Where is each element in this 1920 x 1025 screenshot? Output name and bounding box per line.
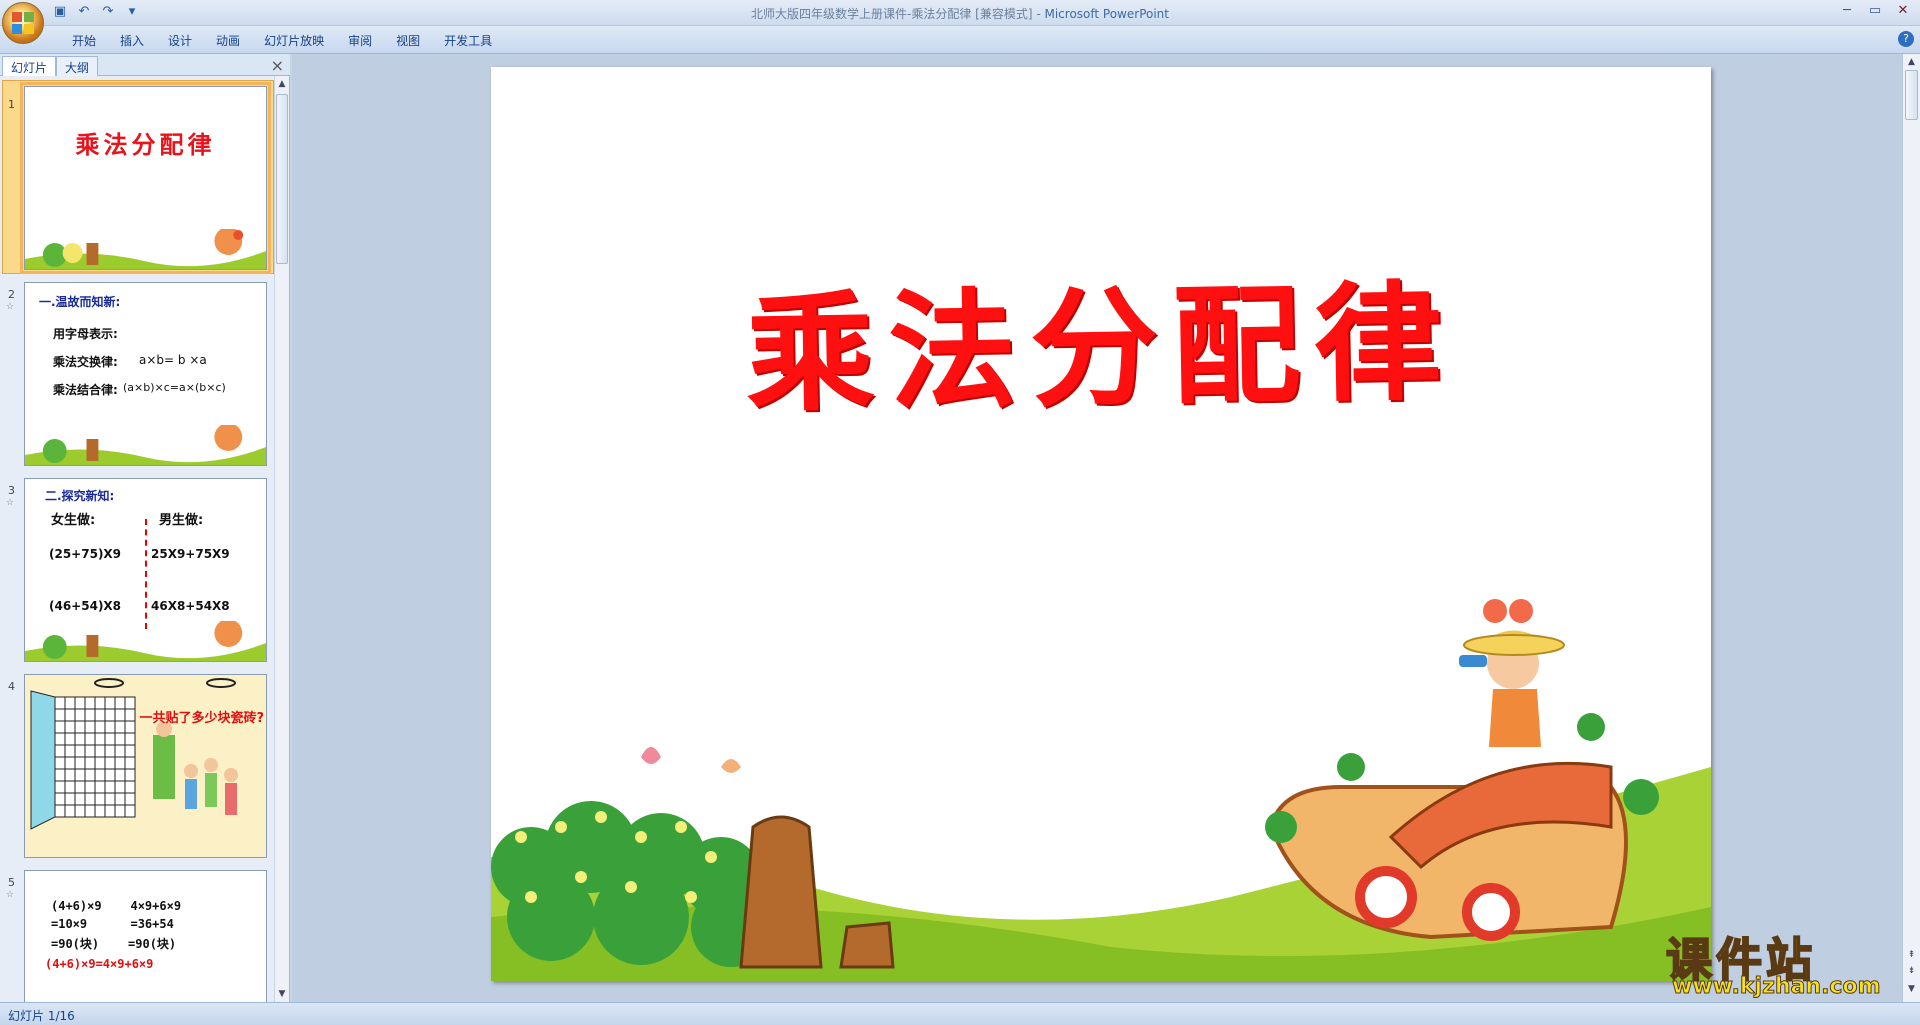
pane-scrollbar[interactable]: ▲ ▼ [274,76,289,1002]
thumb-heading: 一.温故而知新: [39,295,121,309]
thumb-landscape [25,229,266,269]
tab-review[interactable]: 审阅 [336,30,384,50]
slide-thumbnail-2[interactable]: 一.温故而知新: 用字母表示: 乘法交换律: a×b= b ×a 乘法结合律: … [24,282,267,466]
transition-icon: ☆ [6,498,15,508]
thumb-line: 用字母表示: [53,327,118,341]
slide-thumbnail-4[interactable]: 一共贴了多少块瓷砖? [24,674,267,858]
scroll-down-icon[interactable]: ▼ [275,986,289,1002]
window-title: 北师大版四年级数学上册课件-乘法分配律 [兼容模式] - Microsoft P… [751,7,1169,21]
thumb-expr: =10×9 =36+54 [51,917,174,931]
slide-number: 2 [8,288,15,301]
watermark-logo: 课件站 www.kjzhan.com [1665,924,1906,1000]
scroll-thumb[interactable] [276,94,288,264]
slide-counter: 幻灯片 1/16 [8,1009,75,1023]
help-icon[interactable]: ? [1898,31,1914,47]
tab-home[interactable]: 开始 [60,30,108,50]
scroll-up-icon[interactable]: ▲ [1903,54,1920,70]
pane-tabs: 幻灯片 大纲 × [0,54,290,76]
thumb-expr: (4+6)×9 4×9+6×9 [51,899,182,913]
thumb-expr: 25X9+75X9 [151,547,230,561]
tab-slides[interactable]: 幻灯片 [2,56,57,76]
scroll-thumb[interactable] [1905,70,1918,120]
close-pane-icon[interactable]: × [271,56,284,75]
editor-scrollbar[interactable]: ▲ ⇞ ⇟ ▼ [1902,54,1920,1002]
thumb-landscape [25,621,266,661]
thumb-expr: (46+54)X8 [49,599,122,613]
office-logo-icon [12,12,34,34]
slide-landscape-illustration [491,599,1711,981]
slide-thumbnail-5[interactable]: (4+6)×9 4×9+6×9 =10×9 =36+54 =90(块) =90(… [24,870,267,1002]
ribbon: 开始 插入 设计 动画 幻灯片放映 审阅 视图 开发工具 ? [0,26,1920,54]
thumbnail-list: 1 乘法分配律 2 ☆ 一.温故而知新: 用字母表示: 乘法交换律: a×b= … [0,76,274,1002]
slide-number: 1 [8,98,15,111]
thumb-conclusion: (4+6)×9=4×9+6×9 [45,957,154,971]
minimize-icon[interactable]: ─ [1834,2,1860,20]
thumb-line: 乘法交换律: [53,355,118,369]
tab-view[interactable]: 视图 [384,30,432,50]
tab-outline[interactable]: 大纲 [56,56,99,76]
thumb-title: 乘法分配律 [75,130,216,159]
thumb-line: 乘法结合律: [53,383,118,397]
slide-thumbnail-1[interactable]: 乘法分配律 [20,82,271,274]
tab-animations[interactable]: 动画 [204,30,252,50]
transition-icon: ☆ [6,302,15,312]
tab-slideshow[interactable]: 幻灯片放映 [252,30,336,50]
window-controls: ─ ▭ ✕ [1834,2,1916,20]
thumb-expr: (25+75)X9 [49,547,122,561]
thumb-landscape [25,425,266,465]
thumb-question: 一共贴了多少块瓷砖? [139,711,264,726]
thumb-divider [145,519,147,629]
ribbon-tabs: 开始 插入 设计 动画 幻灯片放映 审阅 视图 开发工具 [60,30,504,50]
thumb-label: 男生做: [159,513,204,528]
thumb-formula: (a×b)×c=a×(b×c) [123,381,226,394]
tab-developer[interactable]: 开发工具 [432,30,504,50]
transition-icon: ☆ [6,890,15,900]
slide-number: 5 [8,876,15,889]
close-icon[interactable]: ✕ [1890,2,1916,20]
tab-insert[interactable]: 插入 [108,30,156,50]
thumb-formula: a×b= b ×a [139,353,207,367]
tab-design[interactable]: 设计 [156,30,204,50]
scroll-up-icon[interactable]: ▲ [275,76,289,92]
watermark-url: www.kjzhan.com [1672,974,1882,1000]
document-title: 北师大版四年级数学上册课件-乘法分配律 [兼容模式] [751,7,1033,21]
thumb-expr: 46X8+54X8 [151,599,230,613]
slide-number: 3 [8,484,15,497]
slide-thumbnail-3[interactable]: 二.探究新知: 女生做: 男生做: (25+75)X9 25X9+75X9 (4… [24,478,267,662]
thumb-heading: 二.探究新知: [45,489,115,503]
maximize-icon[interactable]: ▭ [1862,2,1888,20]
app-name: Microsoft PowerPoint [1044,7,1169,21]
title-bar: ▣ ↶ ↷ ▾ 北师大版四年级数学上册课件-乘法分配律 [兼容模式] - Mic… [0,0,1920,26]
thumb-tile-wall [30,678,238,830]
current-slide[interactable]: 乘法分配律 [491,67,1711,981]
slides-pane: 幻灯片 大纲 × 1 乘法分配律 2 ☆ 一.温故而知新: 用字母表示: 乘法交… [0,54,290,1002]
office-button[interactable] [2,2,44,44]
status-bar: 幻灯片 1/16 [0,1002,1920,1025]
slide-number: 4 [8,680,15,693]
thumb-expr: =90(块) =90(块) [51,937,177,951]
thumb-label: 女生做: [51,513,96,528]
